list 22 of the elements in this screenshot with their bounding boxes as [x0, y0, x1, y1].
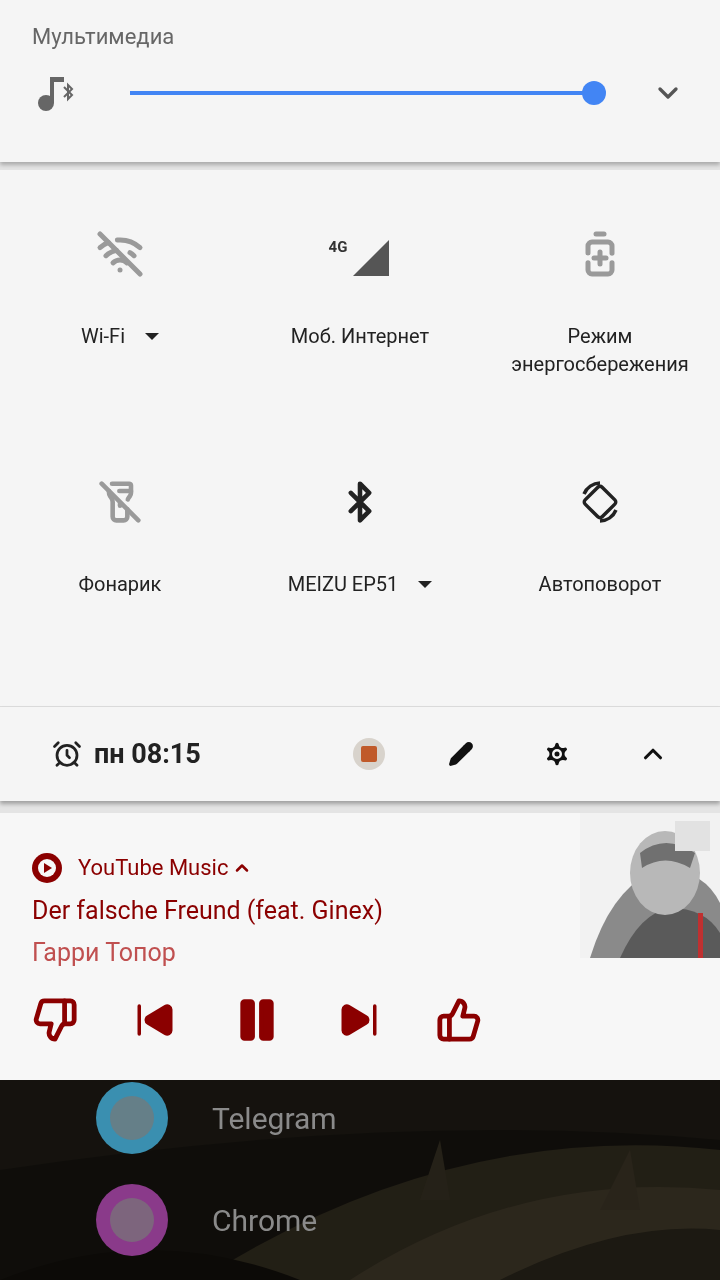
- dropdown-caret-icon[interactable]: [145, 333, 160, 340]
- app-label[interactable]: Telegram: [212, 1095, 337, 1141]
- alarm-icon: [52, 739, 82, 769]
- thumbs-down-icon[interactable]: [32, 997, 78, 1043]
- tile-label[interactable]: Автоповорот: [500, 570, 700, 598]
- edit-icon[interactable]: [448, 741, 474, 767]
- dropdown-caret-icon[interactable]: [418, 581, 433, 588]
- alarm-time[interactable]: пн 08:15: [94, 733, 201, 775]
- track-title: Der falsche Freund (feat. Ginex): [32, 895, 384, 927]
- thumbs-up-icon[interactable]: [436, 997, 482, 1043]
- network-type-label: 4G: [328, 236, 348, 258]
- app-label[interactable]: Chrome: [212, 1197, 318, 1243]
- track-artist: Гарри Топор: [32, 936, 177, 969]
- tile-label[interactable]: Wi-Fi: [80, 322, 126, 350]
- tile-label[interactable]: Моб. Интернет: [260, 322, 460, 350]
- volume-title: Мультимедиа: [32, 23, 176, 51]
- app-name: YouTube Music: [78, 854, 229, 882]
- user-avatar-icon[interactable]: [352, 737, 386, 771]
- play-circle-icon: [32, 852, 62, 883]
- tile-label[interactable]: Режим энергосбережения: [500, 322, 700, 378]
- tile-label[interactable]: MEIZU EP51: [287, 570, 399, 598]
- tile-label[interactable]: Фонарик: [20, 570, 220, 598]
